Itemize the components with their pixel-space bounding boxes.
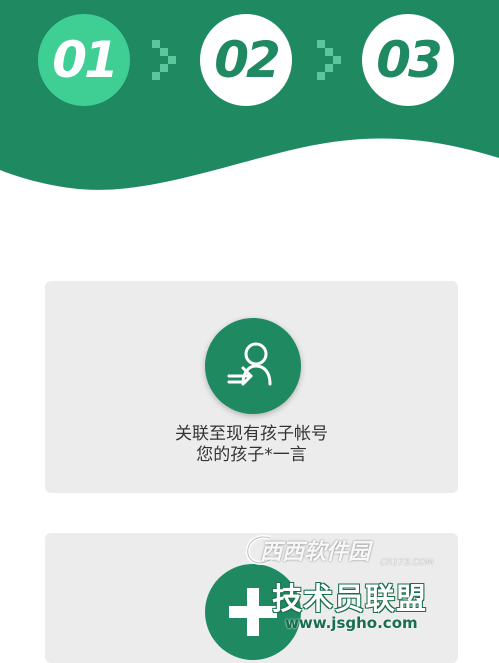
card-subtitle: 您的孩子*一言 [196, 445, 307, 465]
chevron-right-icon [152, 40, 176, 80]
step-1-label: 01 [52, 31, 119, 89]
progress-header: 01 02 03 [0, 0, 499, 210]
add-child-account-card[interactable] [45, 533, 458, 663]
step-3-indicator: 03 [362, 14, 454, 106]
link-user-icon [205, 318, 301, 414]
chevron-right-icon [317, 40, 341, 80]
card-title: 关联至现有孩子帐号 [175, 424, 328, 444]
link-existing-child-account-card[interactable]: 关联至现有孩子帐号 您的孩子*一言 [45, 281, 458, 493]
step-2-label: 02 [214, 31, 281, 89]
step-2-indicator: 02 [200, 14, 292, 106]
step-1-indicator: 01 [38, 14, 130, 106]
step-3-label: 03 [376, 31, 443, 89]
plus-icon [205, 564, 301, 660]
